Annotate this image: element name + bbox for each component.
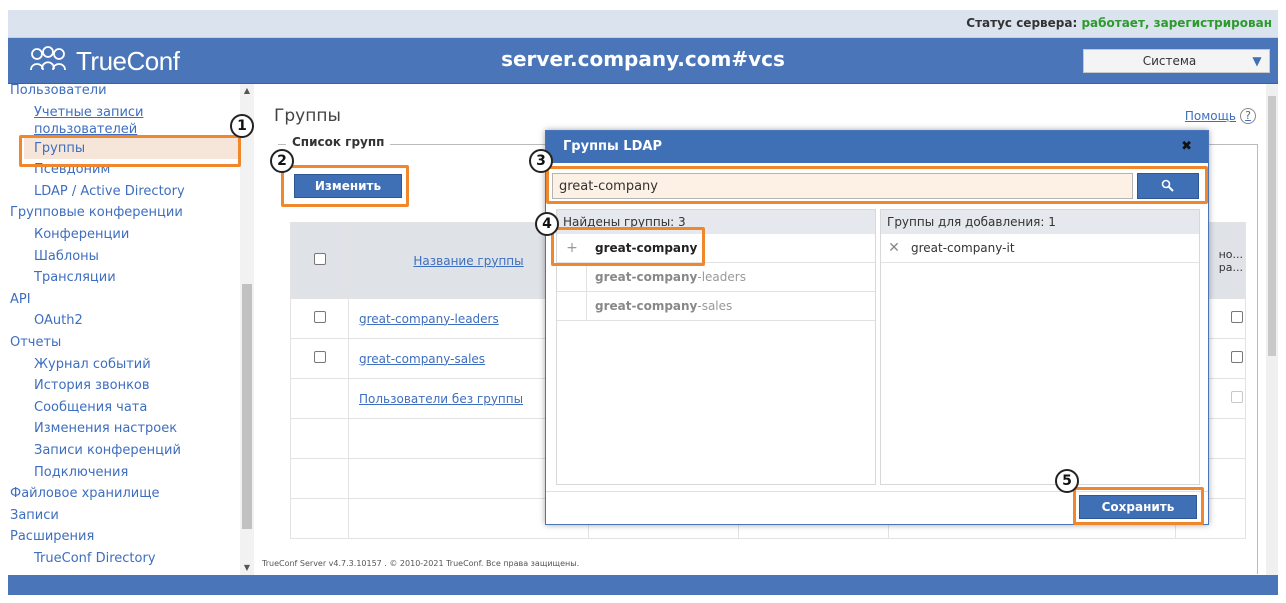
found-groups-panel: Найдены группы: 3 + great-company great-… — [556, 209, 876, 485]
group-to-add-name: great-company-it — [911, 241, 1015, 255]
step-badge-1: 1 — [230, 114, 254, 138]
select-all-checkbox[interactable] — [313, 253, 326, 265]
sidebar-item-conference-records[interactable]: Записи конференций — [8, 440, 240, 462]
main-scrollbar[interactable] — [1266, 84, 1278, 575]
main-scroll-thumb[interactable] — [1268, 96, 1276, 356]
step-badge-4: 4 — [535, 212, 559, 236]
ldap-search-input[interactable] — [552, 173, 1133, 199]
row-spacer — [557, 292, 587, 320]
sidebar-item-connections[interactable]: Подключения — [8, 462, 240, 484]
page-title: Группы — [274, 106, 341, 126]
save-button[interactable]: Сохранить — [1079, 495, 1197, 519]
sidebar-item-broadcasts[interactable]: Трансляции — [8, 267, 240, 289]
found-groups-header: Найдены группы: 3 — [557, 210, 875, 234]
sidebar-item-alias[interactable]: Псевдоним — [8, 159, 240, 181]
sidebar-item-event-log[interactable]: Журнал событий — [8, 354, 240, 376]
server-status-value: работает, зарегистрирован — [1081, 16, 1272, 30]
row-checkbox[interactable] — [313, 351, 326, 363]
remove-icon[interactable]: ✕ — [881, 234, 907, 262]
row-option-checkbox[interactable] — [1231, 311, 1243, 323]
sidebar-item-chat-messages[interactable]: Сообщения чата — [8, 397, 240, 419]
sidebar: Пользователи Учетные записи пользователе… — [8, 84, 254, 575]
found-group-name: great-company — [587, 241, 697, 255]
sidebar-item-ldap[interactable]: LDAP / Active Directory — [8, 181, 240, 203]
server-status-bar: Статус сервера: работает, зарегистрирова… — [8, 10, 1278, 38]
sidebar-item-group-conferences[interactable]: Групповые конференции — [8, 202, 240, 224]
server-status-label: Статус сервера: — [966, 16, 1082, 30]
list-item: great-company-leaders — [557, 263, 875, 292]
row-checkbox-cell — [290, 298, 349, 339]
dialog-footer-divider — [546, 491, 1208, 492]
bottom-bar — [8, 575, 1278, 595]
found-group-name: great-company-sales — [587, 299, 732, 313]
sidebar-item-api[interactable]: API — [8, 289, 240, 311]
scroll-up-icon[interactable]: ▲ — [240, 84, 254, 98]
list-item[interactable]: + great-company — [557, 234, 875, 263]
sidebar-item-extensions[interactable]: Расширения — [8, 526, 240, 548]
sidebar-item-call-history[interactable]: История звонков — [8, 375, 240, 397]
row-spacer — [557, 263, 587, 291]
sidebar-item-oauth2[interactable]: OAuth2 — [8, 310, 240, 332]
found-group-prefix: great-company — [595, 299, 698, 313]
row-checkbox-cell — [290, 338, 349, 379]
step-badge-5: 5 — [1055, 469, 1079, 493]
system-select-value: Система — [1142, 54, 1197, 68]
table-cell — [290, 378, 349, 419]
step-badge-3: 3 — [529, 149, 553, 173]
groups-list-legend: Список групп — [286, 135, 391, 149]
row-option-checkbox[interactable] — [1231, 391, 1243, 403]
sidebar-item-recordings[interactable]: Записи — [8, 505, 240, 527]
groups-to-add-panel: Группы для добавления: 1 ✕ great-company… — [880, 209, 1200, 485]
server-status: Статус сервера: работает, зарегистрирова… — [966, 16, 1272, 30]
search-icon — [1161, 179, 1174, 192]
found-group-prefix: great-company — [595, 270, 698, 284]
row-option-checkbox[interactable] — [1231, 351, 1243, 363]
app-header: TrueConf server.company.com#vcs Система … — [8, 38, 1278, 84]
dialog-title: Группы LDAP — [563, 139, 662, 154]
sidebar-item-users[interactable]: Пользователи — [8, 84, 240, 102]
help-icon: ? — [1240, 108, 1256, 124]
help-link-label: Помощь — [1184, 109, 1236, 123]
sidebar-item-groups[interactable]: Группы — [24, 137, 238, 160]
sidebar-item-settings-changes[interactable]: Изменения настроек — [8, 418, 240, 440]
search-button[interactable] — [1137, 173, 1199, 199]
footer-copyright: TrueConf Server v4.7.3.10157 . © 2010-20… — [262, 559, 580, 568]
sidebar-item-conferences[interactable]: Конференции — [8, 224, 240, 246]
sidebar-menu: Пользователи Учетные записи пользователе… — [8, 84, 240, 569]
found-group-suffix: -sales — [697, 299, 733, 313]
sidebar-item-user-accounts[interactable]: Учетные записи пользователей — [8, 102, 240, 138]
sidebar-scrollbar[interactable]: ▲ ▼ — [240, 84, 254, 575]
table-cell — [290, 498, 349, 539]
close-icon[interactable]: ✖ — [1181, 131, 1192, 163]
select-all-cell — [290, 222, 349, 299]
dialog-header: Группы LDAP ✖ — [546, 131, 1208, 163]
ldap-groups-dialog: Группы LDAP ✖ Найдены группы: 3 + great-… — [545, 130, 1209, 525]
row-checkbox[interactable] — [313, 311, 326, 323]
sidebar-scroll-thumb[interactable] — [242, 284, 252, 529]
sidebar-item-trueconf-directory[interactable]: TrueConf Directory — [8, 548, 240, 570]
groups-to-add-header: Группы для добавления: 1 — [881, 210, 1199, 234]
edit-button[interactable]: Изменить — [294, 174, 402, 198]
table-cell — [290, 458, 349, 499]
sidebar-item-reports[interactable]: Отчеты — [8, 332, 240, 354]
scroll-down-icon[interactable]: ▼ — [240, 561, 254, 575]
list-item: ✕ great-company-it — [881, 234, 1199, 263]
list-item: great-company-sales — [557, 292, 875, 321]
found-group-suffix: -leaders — [697, 270, 746, 284]
step-badge-2: 2 — [270, 149, 294, 173]
found-group-prefix: great-company — [595, 241, 698, 255]
sidebar-item-templates[interactable]: Шаблоны — [8, 246, 240, 268]
help-link[interactable]: Помощь ? — [1185, 108, 1256, 124]
sidebar-item-file-storage[interactable]: Файловое хранилище — [8, 483, 240, 505]
chevron-down-icon: ▼ — [1252, 54, 1262, 68]
found-group-name: great-company-leaders — [587, 270, 746, 284]
table-cell — [290, 418, 349, 459]
system-select[interactable]: Система ▼ — [1083, 49, 1270, 73]
add-icon[interactable]: + — [557, 234, 587, 262]
